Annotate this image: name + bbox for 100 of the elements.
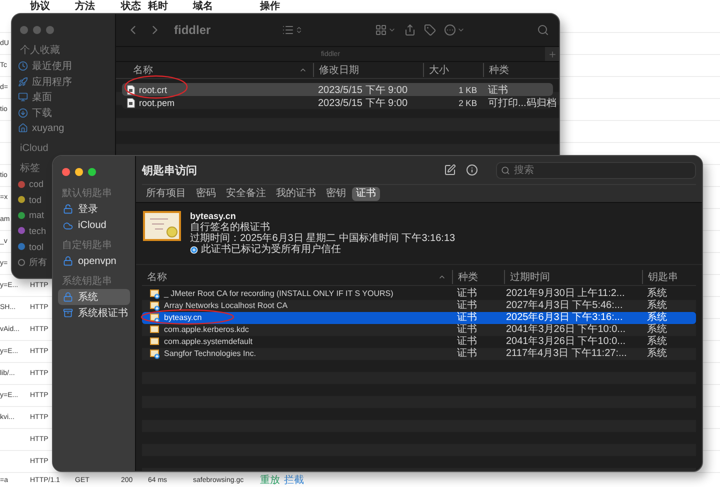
- sidebar-item[interactable]: mat: [29, 210, 44, 220]
- tab[interactable]: 安全备注: [222, 186, 270, 200]
- column-header: 域名: [193, 0, 213, 13]
- house-icon: [18, 123, 28, 134]
- table-cell-text: 证书: [487, 84, 509, 97]
- certificate-row[interactable]: com.apple.systemdefault 证书 2041年3月26日 下午10:0... 系统: [142, 336, 696, 348]
- table-cell-text: 证书: [456, 336, 477, 348]
- table-cell-text: 2 KB: [458, 98, 478, 108]
- column-header: 方法: [75, 0, 95, 13]
- certificate-name: byteasy.cn: [164, 312, 202, 324]
- table-cell-text: 2025年6月3日 下午3:16:...: [505, 312, 623, 324]
- certificate-drawing: [143, 211, 181, 241]
- table-cell-text: 2117年4月3日 下午11:27:...: [505, 348, 627, 360]
- table-cell-text: 系统: [646, 336, 667, 348]
- sidebar-item[interactable]: tod: [29, 194, 42, 205]
- unlocked-padlock-icon: [63, 204, 73, 214]
- sidebar-item[interactable]: 桌面: [32, 90, 52, 104]
- tag-icon[interactable]: [424, 24, 436, 36]
- sidebar-item[interactable]: 登录: [58, 201, 130, 218]
- search-field[interactable]: 搜索: [496, 162, 696, 178]
- table-cell-text: 证书: [456, 312, 477, 324]
- table-cell-text: 2041年3月26日 下午10:0...: [505, 336, 626, 348]
- certificate-row[interactable]: Array Networks Localhost Root CA 证书 2027年4月3日 下午5:46:... 系统: [142, 300, 696, 312]
- tab[interactable]: 我的证书: [272, 186, 320, 200]
- sidebar-item[interactable]: tech: [29, 226, 46, 236]
- sidebar-heading: 系统钥匙串: [61, 274, 112, 288]
- sidebar-item[interactable]: 最近使用: [32, 58, 72, 73]
- certificate-name: Array Networks Localhost Root CA: [164, 300, 288, 312]
- minimize-button[interactable]: [75, 168, 83, 176]
- column-header[interactable]: 名称: [128, 63, 313, 77]
- certificate-type: 自行签名的根证书: [190, 222, 271, 233]
- chevron-down-icon[interactable]: [388, 26, 396, 34]
- expiry-text: 过期时间：2025年6月3日 星期二 中国标准时间 下午3:16:13: [190, 233, 456, 244]
- sort-caret-icon: [299, 66, 307, 74]
- column-header[interactable]: 钥匙串: [642, 270, 696, 284]
- close-button[interactable]: [62, 168, 70, 176]
- table-cell-text: 系统: [646, 324, 667, 336]
- column-header[interactable]: 种类: [452, 270, 504, 284]
- sidebar-item[interactable]: iCloud: [58, 218, 130, 234]
- search-icon[interactable]: [537, 24, 550, 36]
- column-header[interactable]: 修改日期: [313, 63, 423, 77]
- column-header: 协议: [30, 0, 50, 13]
- info-icon[interactable]: [466, 164, 478, 176]
- sidebar-item[interactable]: cod: [29, 179, 44, 190]
- compose-icon[interactable]: [444, 164, 456, 176]
- table-cell-text: 2021年9月30日 上午11:2...: [505, 288, 625, 300]
- new-tab-button[interactable]: [545, 47, 559, 61]
- certificate-row[interactable]: byteasy.cn 证书 2025年6月3日 下午3:16:... 系统: [142, 312, 696, 324]
- sidebar-item[interactable]: 应用程序: [32, 74, 72, 89]
- table-cell-text: 证书: [456, 288, 477, 300]
- zoom-button[interactable]: [88, 168, 96, 176]
- sidebar-heading: 默认钥匙串: [61, 186, 112, 201]
- file-row[interactable]: root.crt 2023/5/15 下午 9:00 1 KB 证书: [122, 83, 553, 96]
- grid-icon[interactable]: [375, 24, 388, 36]
- sidebar-heading: 个人收藏: [19, 44, 60, 58]
- share-icon[interactable]: [404, 24, 416, 36]
- certificate-name: com.apple.systemdefault: [164, 336, 252, 348]
- column-header[interactable]: 种类: [483, 63, 559, 77]
- table-cell-text: 2041年3月26日 下午10:0...: [505, 324, 626, 336]
- column-header: 状态: [121, 0, 141, 13]
- column-header[interactable]: 大小: [423, 63, 483, 77]
- window-title: 钥匙串访问: [142, 164, 198, 178]
- chevron-down-icon[interactable]: [457, 26, 466, 34]
- sidebar-heading: iCloud: [19, 142, 48, 156]
- sidebar-item[interactable]: tool: [29, 242, 44, 252]
- file-name: root.pem: [139, 98, 175, 108]
- column-header[interactable]: 过期时间: [504, 270, 642, 284]
- document-icon: [127, 98, 135, 108]
- certificate-row[interactable]: _ JMeter Root CA for recording (INSTALL ONLY IF IT S YOURS) 证书 2021年9月30日 上午11:2... 系统: [142, 288, 696, 300]
- certificate-name: com.apple.kerberos.kdc: [164, 324, 249, 336]
- table-cell-text: 证书: [456, 348, 477, 360]
- ellipsis-circle-icon[interactable]: [444, 24, 456, 36]
- certificate-name: Sangfor Technologies Inc.: [164, 348, 256, 360]
- tab[interactable]: 证书: [352, 186, 380, 200]
- sidebar-heading: 标签: [19, 162, 40, 176]
- monitor-icon: [18, 92, 28, 102]
- sidebar-item[interactable]: 下载: [32, 106, 52, 120]
- certificate-row[interactable]: Sangfor Technologies Inc. 证书 2117年4月3日 下午11:27:... 系统: [142, 348, 696, 360]
- tab[interactable]: 密钥: [322, 186, 350, 200]
- cloud-icon: [63, 220, 73, 231]
- column-header: 操作: [260, 0, 280, 13]
- trusted-icon: [190, 246, 198, 254]
- up-down-chevron-icon[interactable]: [295, 26, 304, 34]
- sidebar-item[interactable]: openvpn: [58, 253, 130, 270]
- certificate-row[interactable]: com.apple.kerberos.kdc 证书 2041年3月26日 下午10:0... 系统: [142, 324, 696, 336]
- sidebar-item[interactable]: 所有: [29, 256, 47, 269]
- table-cell-text: 系统: [646, 300, 667, 312]
- table-cell-text: 系统: [646, 348, 667, 360]
- annotation-ellipse: [124, 75, 188, 99]
- table-cell-text: 系统: [646, 288, 667, 300]
- tab[interactable]: 所有项目: [142, 186, 190, 200]
- close-button[interactable]: [20, 26, 28, 34]
- column-header[interactable]: 名称: [142, 270, 452, 284]
- sidebar-item[interactable]: xuyang: [32, 122, 64, 134]
- tab[interactable]: 密码: [192, 186, 220, 200]
- table-cell-text: 1 KB: [458, 85, 478, 95]
- sidebar-item[interactable]: 系统: [58, 288, 130, 305]
- sidebar-item[interactable]: 系统根证书: [58, 305, 130, 322]
- rocket-icon: [18, 76, 28, 87]
- zoom-button[interactable]: [46, 26, 54, 34]
